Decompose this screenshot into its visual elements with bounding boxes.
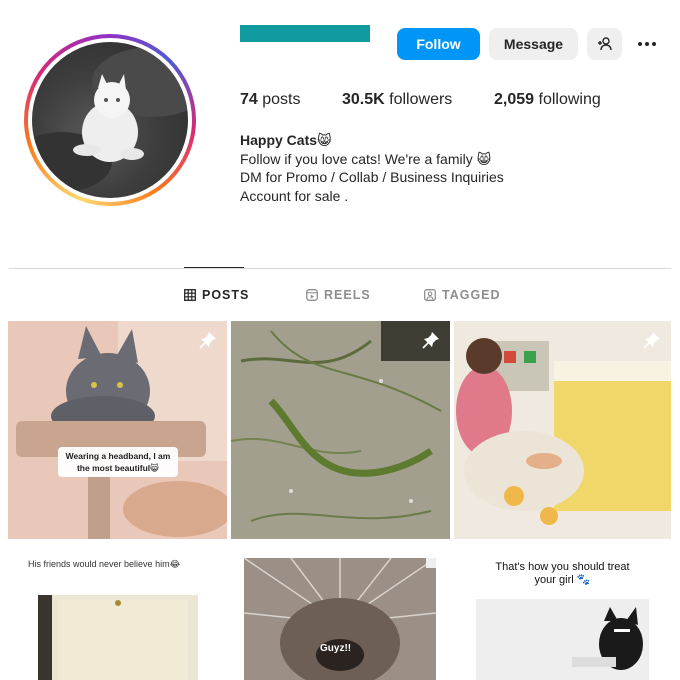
follow-button-label: Follow: [416, 36, 461, 52]
post-image: [231, 321, 450, 539]
posts-label: posts: [262, 91, 301, 108]
post-caption: Wearing a headband, I am the most beauti…: [58, 447, 178, 477]
grid-icon: [184, 289, 196, 301]
post-tile[interactable]: Guyz!!: [231, 543, 450, 680]
bio-line-3: Account for sale .: [240, 187, 349, 204]
tabs-divider: [9, 268, 671, 269]
tab-reels[interactable]: REELS: [306, 288, 371, 302]
post-tile[interactable]: [231, 321, 450, 539]
active-tab-indicator: [184, 267, 244, 268]
post-caption: That's how you should treat your girl 🐾: [495, 561, 630, 586]
following-stat[interactable]: 2,059 following: [494, 91, 601, 109]
message-button[interactable]: Message: [489, 28, 578, 60]
pin-icon: [199, 332, 216, 349]
tab-posts[interactable]: POSTS: [184, 288, 249, 302]
post-image: [8, 321, 227, 539]
tab-tagged-label: TAGGED: [442, 288, 501, 302]
post-tile[interactable]: [454, 321, 671, 539]
following-count: 2,059: [494, 91, 535, 108]
tagged-icon: [424, 289, 436, 301]
post-tile[interactable]: His friends would never believe him😂: [8, 543, 227, 680]
post-caption: Guyz!!: [320, 643, 352, 654]
bio-line-1: Follow if you love cats! We're a family …: [240, 150, 492, 167]
profile-avatar-ring[interactable]: [24, 34, 196, 206]
post-image: [243, 557, 437, 680]
following-label: following: [538, 91, 601, 108]
avatar-cat-image: [32, 47, 188, 192]
pin-icon: [422, 332, 439, 349]
avatar[interactable]: [32, 42, 188, 198]
profile-display-name: Happy Cats😸: [240, 132, 332, 148]
tab-reels-label: REELS: [324, 288, 371, 302]
followers-stat[interactable]: 30.5K followers: [342, 91, 452, 109]
suggested-users-button[interactable]: [587, 28, 622, 60]
tab-tagged[interactable]: TAGGED: [424, 288, 501, 302]
followers-count: 30.5K: [342, 91, 385, 108]
post-image: [38, 595, 198, 680]
posts-count-stat: 74 posts: [240, 91, 301, 109]
tab-posts-label: POSTS: [202, 288, 250, 302]
follow-button[interactable]: Follow: [397, 28, 480, 60]
bio-line-2: DM for Promo / Collab / Business Inquiri…: [240, 169, 504, 185]
more-options-icon[interactable]: [634, 30, 660, 58]
username-redacted: [240, 25, 370, 42]
post-tile[interactable]: Wearing a headband, I am the most beauti…: [8, 321, 227, 539]
followers-label: followers: [389, 91, 453, 108]
posts-count: 74: [240, 91, 258, 108]
post-caption: His friends would never believe him😂: [28, 559, 181, 569]
post-image: [476, 599, 649, 680]
post-tile[interactable]: That's how you should treat your girl 🐾: [454, 543, 671, 680]
add-user-icon: [597, 37, 612, 51]
pin-icon: [643, 332, 660, 349]
post-image: [454, 321, 671, 539]
profile-bio: Happy Cats😸 Follow if you love cats! We'…: [240, 131, 504, 205]
reels-icon: [306, 289, 318, 301]
message-button-label: Message: [503, 36, 564, 52]
